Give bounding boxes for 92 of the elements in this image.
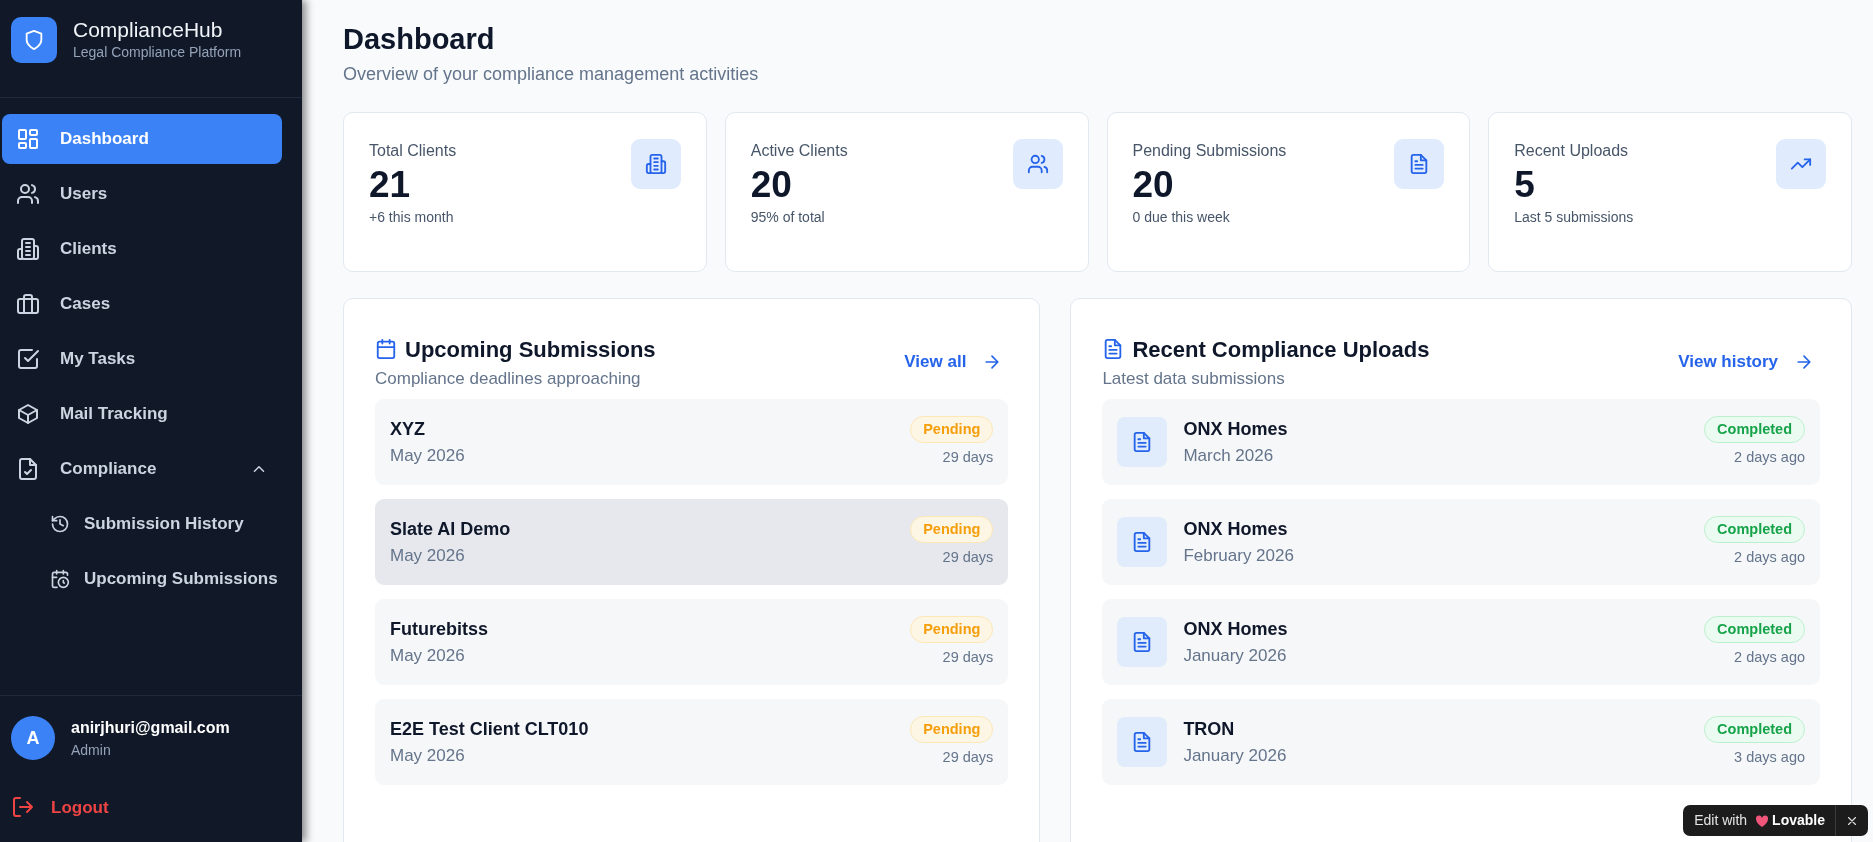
stat-label: Recent Uploads [1514, 140, 1630, 161]
stat-note: Last 5 submissions [1514, 208, 1634, 228]
brand-name: ComplianceHub [73, 17, 224, 43]
item-period: January 2026 [1183, 645, 1288, 668]
list-row[interactable]: E2E Test Client CLT010 May 2026 Pending 29 days [375, 699, 1009, 786]
view-link[interactable]: View history [1672, 348, 1820, 376]
logout-button[interactable]: Logout [0, 788, 120, 842]
item-period: May 2026 [390, 745, 466, 768]
status-badge: Pending [910, 415, 994, 444]
status-badge: Pending [910, 515, 994, 544]
item-time: 2 days ago [1734, 548, 1805, 568]
calendar-clock-icon [50, 569, 70, 589]
file-check-icon [16, 457, 40, 481]
badge-text: Edit with [1693, 811, 1749, 830]
item-name: ONX Homes [1183, 518, 1289, 542]
item-name: TRON [1183, 718, 1236, 742]
nav-item[interactable]: Compliance [2, 444, 282, 494]
status-badge: Completed [1704, 415, 1805, 444]
nav-item[interactable]: My Tasks [2, 334, 282, 384]
item-time: 29 days [942, 748, 994, 768]
brand-tagline: Legal Compliance Platform [73, 43, 242, 63]
status-badge: Completed [1704, 715, 1805, 744]
page-title: Dashboard [343, 22, 496, 57]
item-time: 29 days [942, 648, 994, 668]
status-badge: Pending [910, 715, 994, 744]
item-time: 29 days [942, 548, 994, 568]
brand-name: Lovable [1772, 811, 1826, 830]
nav-item[interactable]: Dashboard [2, 114, 282, 164]
item-period: January 2026 [1183, 745, 1288, 768]
item-period: May 2026 [390, 445, 466, 468]
item-name: XYZ [390, 418, 426, 442]
item-time: 29 days [942, 448, 994, 468]
item-period: May 2026 [390, 545, 466, 568]
checkbox-icon [16, 347, 40, 371]
list-row[interactable]: TRON January 2026 Completed 3 days ago [1102, 699, 1820, 786]
stat-value: 20 [750, 162, 793, 207]
item-time: 2 days ago [1734, 448, 1805, 468]
status-badge: Completed [1704, 615, 1805, 644]
briefcase-icon [16, 292, 40, 316]
nav-item[interactable]: Mail Tracking [2, 389, 282, 439]
list-row[interactable]: Slate AI Demo May 2026 Pending 29 days [375, 499, 1009, 586]
nav-item[interactable]: Clients [2, 224, 282, 274]
dashboard-icon [16, 127, 40, 151]
submenu-item[interactable]: Submission History [50, 499, 244, 549]
panel-subtitle: Compliance deadlines approaching [375, 367, 642, 390]
stat-note: +6 this month [369, 208, 455, 228]
users-icon [16, 182, 40, 206]
panel-title: Recent Compliance Uploads [1132, 335, 1430, 364]
building-icon [16, 237, 40, 261]
list-row[interactable]: ONX Homes March 2026 Completed 2 days ago [1102, 399, 1820, 486]
nav-item[interactable]: Users [2, 169, 282, 219]
status-badge: Pending [910, 615, 994, 644]
list-row[interactable]: ONX Homes February 2026 Completed 2 days ago [1102, 499, 1820, 586]
stat-value: 5 [1514, 162, 1536, 207]
stat-value: 20 [1132, 162, 1175, 207]
heart-logo-icon [1755, 813, 1770, 828]
item-time: 3 days ago [1734, 748, 1805, 768]
stat-note: 0 due this week [1132, 208, 1231, 228]
stat-note: 95% of total [750, 208, 826, 228]
user-avatar: A [11, 716, 55, 760]
user-role: Admin [71, 740, 112, 760]
panel-title: Upcoming Submissions [405, 335, 656, 364]
stat-value: 21 [369, 162, 412, 207]
submenu-item[interactable]: Upcoming Submissions [50, 554, 278, 604]
building-icon [644, 152, 667, 175]
logout-icon [11, 795, 35, 820]
item-period: May 2026 [390, 645, 466, 668]
item-name: E2E Test Client CLT010 [390, 718, 590, 742]
page-subtitle: Overview of your compliance management activities [343, 62, 760, 86]
user-email: anirjhuri@gmail.com [71, 717, 230, 738]
item-period: March 2026 [1183, 445, 1275, 468]
stat-label: Pending Submissions [1132, 140, 1287, 161]
package-icon [16, 402, 40, 426]
item-name: ONX Homes [1183, 618, 1289, 642]
stat-label: Active Clients [750, 140, 848, 161]
item-name: ONX Homes [1183, 418, 1289, 442]
history-icon [50, 514, 70, 534]
panel-subtitle: Latest data submissions [1102, 367, 1286, 390]
view-link[interactable]: View all [898, 348, 1009, 376]
item-name: Slate AI Demo [390, 518, 512, 542]
users-icon [1026, 152, 1049, 175]
calendar-icon [375, 338, 397, 361]
list-row[interactable]: ONX Homes January 2026 Completed 2 days ago [1102, 599, 1820, 686]
item-period: February 2026 [1183, 545, 1295, 568]
shield-icon [23, 29, 45, 51]
status-badge: Completed [1704, 515, 1805, 544]
stat-label: Total Clients [369, 140, 457, 161]
list-row[interactable]: XYZ May 2026 Pending 29 days [375, 399, 1009, 486]
item-name: Futurebitss [390, 618, 489, 642]
nav-item[interactable]: Cases [2, 279, 282, 329]
list-row[interactable]: Futurebitss May 2026 Pending 29 days [375, 599, 1009, 686]
item-time: 2 days ago [1734, 648, 1805, 668]
